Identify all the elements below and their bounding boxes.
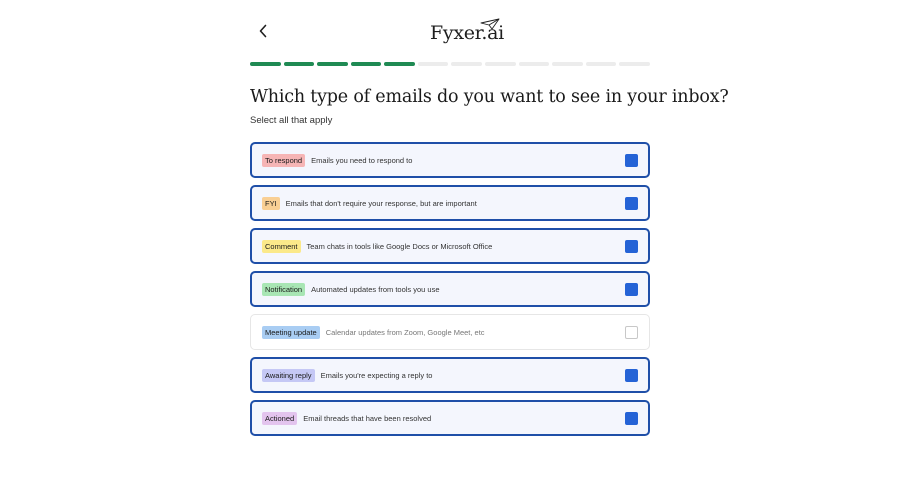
progress-segment <box>585 62 617 66</box>
progress-segment <box>317 62 348 66</box>
chevron-left-icon <box>259 24 267 38</box>
option-checkbox[interactable] <box>625 154 638 167</box>
email-type-option[interactable]: To respond Emails you need to respond to <box>250 142 650 178</box>
email-type-description: Automated updates from tools you use <box>311 284 440 294</box>
progress-segment <box>552 62 583 66</box>
email-type-tag: Awaiting reply <box>262 368 315 382</box>
progress-segment <box>518 62 550 66</box>
email-type-tag: Comment <box>262 239 301 253</box>
email-type-tag: Notification <box>262 282 306 296</box>
progress-segment <box>485 62 516 66</box>
email-type-option[interactable]: Awaiting reply Emails you're expecting a … <box>250 357 650 393</box>
progress-segment <box>250 62 281 66</box>
email-type-description: Calendar updates from Zoom, Google Meet,… <box>325 327 485 337</box>
email-type-option[interactable]: FYI Emails that don't require your respon… <box>250 185 650 221</box>
email-type-tag: Meeting update <box>262 325 320 339</box>
email-type-tag: FYI <box>262 196 280 210</box>
option-checkbox[interactable] <box>625 412 638 425</box>
logo: Fyxer.ai <box>430 18 504 44</box>
email-type-option[interactable]: Comment Team chats in tools like Google D… <box>250 228 650 264</box>
option-checkbox[interactable] <box>625 283 638 296</box>
progress-segment <box>283 62 315 66</box>
email-type-description: Team chats in tools like Google Docs or … <box>306 241 493 251</box>
progress-bar <box>250 62 650 66</box>
email-type-description: Emails you need to respond to <box>311 155 413 165</box>
option-checkbox[interactable] <box>625 197 638 210</box>
email-type-option[interactable]: Meeting update Calendar updates from Zoom… <box>250 314 650 350</box>
onboarding-page: Fyxer.ai Which type of emails do you wan… <box>0 0 900 484</box>
email-type-option[interactable]: Notification Automated updates from tools… <box>250 271 650 307</box>
email-type-tag: To respond <box>262 153 306 167</box>
progress-segment <box>350 62 382 66</box>
progress-segment <box>619 62 650 66</box>
option-checkbox[interactable] <box>625 240 638 253</box>
email-type-description: Email threads that have been resolved <box>303 413 432 423</box>
page-subtitle: Select all that apply <box>250 115 333 126</box>
email-type-tag: Actioned <box>262 411 298 425</box>
progress-segment <box>417 62 449 66</box>
email-type-description: Emails you're expecting a reply to <box>320 370 433 380</box>
progress-segment <box>451 62 483 66</box>
email-type-description: Emails that don't require your response,… <box>285 198 477 208</box>
option-checkbox[interactable] <box>625 369 638 382</box>
page-title: Which type of emails do you want to see … <box>250 87 729 107</box>
option-checkbox[interactable] <box>625 326 638 339</box>
email-type-option[interactable]: Actioned Email threads that have been res… <box>250 400 650 436</box>
email-type-options: To respond Emails you need to respond to F… <box>250 142 650 443</box>
paper-plane-icon <box>480 18 500 30</box>
back-button[interactable] <box>254 22 272 40</box>
progress-segment <box>384 62 415 66</box>
